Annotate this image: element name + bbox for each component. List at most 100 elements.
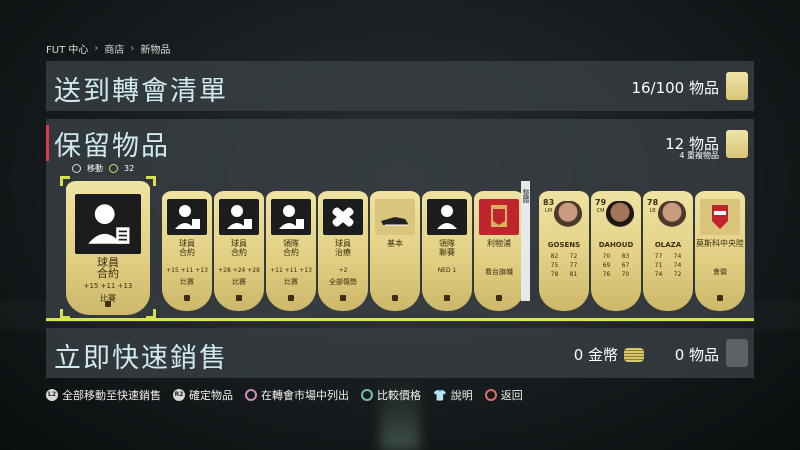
card-title: 球員 治療: [335, 239, 351, 257]
breadcrumb-item: 新物品: [140, 45, 171, 56]
healing-card[interactable]: 球員 治療 +2 全部傷勢: [318, 191, 368, 311]
card-footer-icon: [288, 295, 294, 301]
divider: [46, 318, 754, 321]
chevron-right-icon: ›: [130, 43, 135, 54]
store-items-panel[interactable]: 保留物品 12 物品 4 重複物品 移動 32 球員 合約 +15 +11 +1…: [46, 119, 754, 322]
player-card[interactable]: 78 LB OLAZA 77 74 71 74 74 72: [643, 191, 693, 311]
hint-label: 確定物品: [189, 389, 233, 402]
card-footer-icon: [340, 295, 346, 301]
coin-stack-icon: [624, 347, 644, 362]
player-name: GOSENS: [547, 241, 581, 249]
move-label: 移動: [87, 164, 103, 173]
card-values: +11 +11 +13: [270, 267, 312, 274]
manager-icon: [427, 199, 467, 235]
card-footer-icon: [392, 295, 398, 301]
club-name: 莫斯科中央陸: [696, 239, 744, 248]
hint-back[interactable]: 返回: [484, 387, 523, 403]
chevron-right-icon: ›: [94, 43, 99, 54]
player-photo: [658, 201, 686, 233]
card-title: 基本: [387, 239, 403, 248]
card-type: 看台旗幟: [485, 268, 513, 276]
player-card[interactable]: 79 CM DAHOUD 70 83 69 67 76 70: [591, 191, 641, 311]
button-hints: L2 全部移動至快速銷售 R2 確定物品 在轉會市場中列出 比較價格 👕 說明 返回: [46, 387, 523, 403]
hint-list-market[interactable]: 在轉會市場中列出: [245, 387, 349, 403]
card-type: 比賽: [180, 278, 194, 286]
breadcrumb: FUT 中心 › 商店 › 新物品: [46, 41, 170, 56]
manager-league-card[interactable]: 領隊 聯賽 NED 1: [422, 191, 472, 311]
card-icon: [726, 130, 748, 158]
stadium-flag-card[interactable]: 利物浦 看台旗幟: [474, 191, 524, 311]
breadcrumb-item[interactable]: 商店: [104, 41, 124, 56]
breadcrumb-item[interactable]: FUT 中心: [46, 41, 88, 56]
card-icon: [726, 339, 748, 367]
shirt-icon: 👕: [433, 388, 447, 402]
player-stats: 70 83 69 67 76 70: [602, 253, 630, 278]
hint-label: 說明: [450, 389, 473, 402]
cska-crest-icon: [700, 199, 740, 235]
manager-contract-card[interactable]: 領隊 合約 +11 +11 +13 比賽: [266, 191, 316, 311]
card-type: 全部傷勢: [329, 278, 357, 286]
player-rating: 78 LB: [647, 198, 659, 215]
transfer-list-count: 16/100 物品: [631, 79, 719, 97]
card-footer-icon: [717, 295, 723, 301]
club-badge-card[interactable]: 莫斯科中央陸 會徽: [695, 191, 745, 311]
coin-count: 32: [124, 164, 135, 173]
quick-sell-coins: 0 金幣: [574, 344, 644, 365]
hint-label: 比較價格: [377, 389, 421, 402]
duplicate-items-count: 4 重複物品: [679, 151, 719, 160]
player-rating: 79 CM: [595, 198, 607, 215]
card-footer-icon: [105, 301, 111, 307]
hint-label: 在轉會市場中列出: [261, 389, 349, 402]
contract-card[interactable]: 球員 合約 +15 +11 +13 比賽: [162, 191, 212, 311]
transfer-list-panel[interactable]: 送到轉會清單 16/100 物品: [46, 61, 754, 111]
card-footer-icon: [496, 295, 502, 301]
card-type: 比賽: [284, 278, 298, 286]
card-icon: [726, 72, 748, 100]
triangle-button-icon: [361, 389, 373, 401]
card-footer-icon: [236, 295, 242, 301]
coin-icon: [109, 164, 118, 173]
card-type: 比賽: [232, 278, 246, 286]
boots-card[interactable]: 基本: [370, 191, 420, 311]
card-footer-icon: [184, 295, 190, 301]
player-stats: 82 72 75 77 78 81: [550, 253, 578, 278]
card-footer-icon: [444, 295, 450, 301]
card-title: 領隊 合約: [283, 239, 299, 257]
hint-confirm[interactable]: R2 確定物品: [173, 387, 233, 403]
player-card[interactable]: 83 LM GOSENS 82 72 75 77 78 81: [539, 191, 589, 311]
hint-label: 返回: [500, 389, 523, 402]
card-title: 利物浦: [487, 239, 511, 248]
contract-icon: [167, 199, 207, 235]
r2-button-icon: R2: [173, 389, 185, 401]
contract-icon: [219, 199, 259, 235]
card-type: 會徽: [713, 268, 727, 276]
boot-icon: [375, 199, 415, 235]
player-name: DAHOUD: [598, 241, 634, 249]
contract-card-selected[interactable]: 球員 合約 +15 +11 +13 比賽: [66, 181, 150, 315]
hint-help[interactable]: 👕 說明: [433, 387, 473, 403]
card-values: +2: [338, 267, 348, 274]
card-values: +15 +11 +13: [166, 267, 208, 274]
quick-sell-count: 0 物品: [674, 346, 719, 364]
card-title: 球員 合約: [179, 239, 195, 257]
info-row: 移動 32: [72, 163, 134, 174]
hint-compare[interactable]: 比較價格: [361, 387, 421, 403]
hint-move-all[interactable]: L2 全部移動至快速銷售: [46, 387, 161, 403]
liverpool-crest-icon: [479, 199, 519, 235]
player-photo: [554, 201, 582, 233]
player-rating: 83 LM: [543, 198, 555, 215]
quick-sell-coins-label: 0 金幣: [573, 346, 618, 364]
player-stats: 77 74 71 74 74 72: [654, 253, 682, 278]
l2-button-icon: L2: [46, 389, 58, 401]
quick-sell-panel[interactable]: 立即快速銷售 0 金幣 0 物品: [46, 328, 754, 378]
manager-contract-icon: [271, 199, 311, 235]
contract-icon: [75, 194, 141, 254]
player-name: OLAZA: [654, 241, 682, 249]
card-values: NED 1: [437, 267, 457, 274]
card-title: 領隊 聯賽: [439, 239, 455, 257]
circle-button-icon: [484, 389, 497, 401]
contract-card[interactable]: 球員 合約 +28 +24 +28 比賽: [214, 191, 264, 311]
transfer-list-title: 送到轉會清單: [54, 76, 228, 107]
overview-tab[interactable]: 整體: [521, 181, 530, 301]
card-title: 球員 合約: [231, 239, 247, 257]
